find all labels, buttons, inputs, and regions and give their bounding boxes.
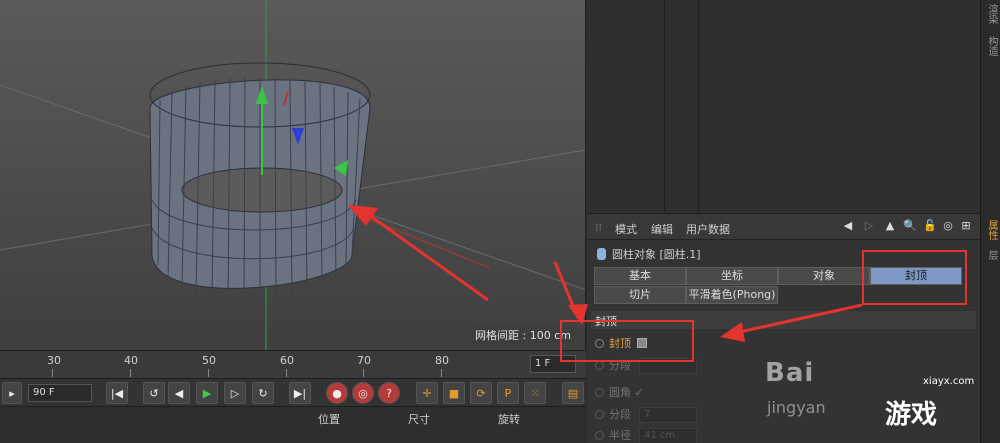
- object-manager[interactable]: [587, 0, 980, 213]
- target-icon[interactable]: ◎: [941, 219, 955, 233]
- menu-edit[interactable]: 编辑: [651, 221, 673, 237]
- param-icon[interactable]: P: [497, 382, 519, 404]
- tick-label: 60: [280, 354, 294, 367]
- lock-icon[interactable]: 🔓: [923, 219, 937, 233]
- scale-icon[interactable]: ■: [443, 382, 465, 404]
- prop-radius[interactable]: 半径 41 cm: [595, 427, 697, 443]
- keyframe-icon[interactable]: ?: [378, 382, 400, 404]
- side-tab-layers[interactable]: 层: [983, 250, 999, 260]
- new-window-icon[interactable]: ⊞: [959, 219, 973, 233]
- object-name: 圆柱对象 [圆柱.1]: [612, 248, 701, 261]
- rotate-icon[interactable]: ⟳: [470, 382, 492, 404]
- menu-user-data[interactable]: 用户数据: [686, 221, 730, 237]
- back-arrow-icon[interactable]: ◀: [841, 219, 855, 233]
- tab-phong[interactable]: 平滑着色(Phong): [686, 286, 778, 304]
- side-tab-strip: 渲染 构造 属性 层: [980, 0, 1000, 443]
- side-tab-attributes[interactable]: 属性: [983, 220, 999, 240]
- side-tab-render[interactable]: 渲染: [983, 4, 999, 24]
- timeline-ruler[interactable]: 30 40 50 60 70 80 1 F: [0, 350, 586, 378]
- scene-render: [0, 0, 585, 350]
- tick-mark: [52, 369, 53, 377]
- watermark-sub: jingyan: [767, 398, 826, 417]
- annotation-box: [560, 320, 694, 362]
- object-title: 圆柱对象 [圆柱.1]: [597, 246, 701, 262]
- annotation-box: [862, 250, 967, 305]
- prop-fillet[interactable]: 圆角 ✓: [595, 384, 644, 400]
- fillet-check[interactable]: ✓: [635, 386, 644, 399]
- end-frame-field[interactable]: 90 F: [28, 384, 92, 402]
- prop-label: 半径: [609, 429, 631, 442]
- tab-object[interactable]: 对象: [778, 267, 870, 285]
- watermark: Bai jingyan xiayx.com 游戏: [765, 340, 980, 443]
- prop-label: 分段: [609, 408, 631, 421]
- search-icon[interactable]: 🔍: [903, 219, 917, 233]
- next-key-icon[interactable]: ↻: [252, 382, 274, 404]
- prop-fillet-segments[interactable]: 分段 7: [595, 406, 697, 423]
- tab-slice[interactable]: 切片: [594, 286, 686, 304]
- step-forward-icon[interactable]: ▷: [224, 382, 246, 404]
- autokey-icon[interactable]: ◎: [352, 382, 374, 404]
- attribute-menubar: ⁞⁞ 模式 编辑 用户数据 ◀ ▷ ▲ 🔍 🔓 ◎ ⊞: [587, 214, 980, 240]
- step-back-icon[interactable]: ◀: [168, 382, 190, 404]
- tab-coord[interactable]: 坐标: [686, 267, 778, 285]
- app-window: 网格间距 : 100 cm 30 40 50 60 70 80 1 F ▸ 90…: [0, 0, 1000, 443]
- watermark-brand: Bai: [765, 358, 815, 388]
- coordinates-panel: 位置 尺寸 旋转: [0, 406, 586, 443]
- forward-arrow-icon[interactable]: ▷: [862, 219, 876, 233]
- column-divider: [664, 0, 665, 213]
- tick-mark: [441, 369, 442, 377]
- radio-icon: [595, 388, 604, 397]
- radius-field[interactable]: 41 cm: [639, 428, 697, 443]
- watermark-game: 游戏: [885, 400, 938, 430]
- viewport-3d[interactable]: 网格间距 : 100 cm: [0, 0, 586, 350]
- radio-icon: [595, 410, 604, 419]
- tick-label: 50: [202, 354, 216, 367]
- rotation-header: 旋转: [498, 413, 520, 426]
- tick-mark: [208, 369, 209, 377]
- transport-bar: ▸ 90 F |◀ ↺ ◀ ▶ ▷ ↻ ▶| ● ◎ ? ✛ ■ ⟳ P ⁙ ▤: [0, 378, 586, 406]
- move-icon[interactable]: ✛: [416, 382, 438, 404]
- tick-label: 70: [357, 354, 371, 367]
- prev-key-icon[interactable]: ↺: [143, 382, 165, 404]
- menu-mode[interactable]: 模式: [615, 221, 637, 237]
- tick-mark: [130, 369, 131, 377]
- tick-mark: [286, 369, 287, 377]
- tick-mark: [363, 369, 364, 377]
- play-icon[interactable]: ▸: [2, 382, 22, 404]
- first-frame-icon[interactable]: |◀: [106, 382, 128, 404]
- size-header: 尺寸: [408, 413, 430, 426]
- tab-basic[interactable]: 基本: [594, 267, 686, 285]
- watermark-site: xiayx.com: [923, 376, 975, 387]
- prop-label: 圆角: [609, 386, 631, 399]
- record-icon[interactable]: ●: [326, 382, 348, 404]
- last-frame-icon[interactable]: ▶|: [289, 382, 311, 404]
- film-icon[interactable]: ▤: [562, 382, 584, 404]
- tick-label: 80: [435, 354, 449, 367]
- column-divider: [698, 0, 699, 213]
- fillet-segments-field[interactable]: 7: [639, 407, 697, 423]
- radio-icon: [595, 361, 604, 370]
- points-icon[interactable]: ⁙: [524, 382, 546, 404]
- side-tab-construct[interactable]: 构造: [983, 36, 999, 56]
- grip-icon: ⁞⁞: [595, 221, 602, 234]
- up-arrow-icon[interactable]: ▲: [883, 219, 897, 233]
- play-forward-icon[interactable]: ▶: [196, 382, 218, 404]
- radio-icon: [595, 431, 604, 440]
- position-header: 位置: [318, 413, 340, 426]
- cylinder-icon: [597, 248, 606, 260]
- tick-label: 40: [124, 354, 138, 367]
- tick-label: 30: [47, 354, 61, 367]
